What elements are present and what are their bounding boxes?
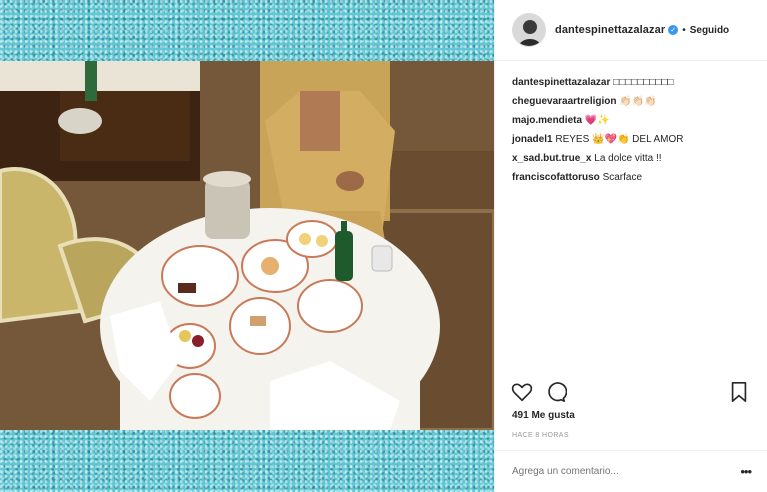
action-bar [495,381,767,405]
caption: dantespinettazalazar □□□□□□□□□□ [512,73,767,92]
add-comment-bar: ••• [495,450,767,492]
comment-icon[interactable] [545,381,568,408]
list-item: jonadel1 REYES 👑💖👏 DEL AMOR [512,130,767,149]
post-image[interactable] [0,61,494,430]
list-item: franciscofattoruso Scarface [512,168,767,187]
comment-text: REYES 👑💖👏 DEL AMOR [555,134,684,145]
heart-icon[interactable] [511,381,533,408]
comment-text: 👏🏻👏🏻👏🏻 [619,96,657,107]
post-username[interactable]: dantespinettazalazar [555,24,665,36]
separator-dot: • [682,24,686,36]
comments-list: dantespinettazalazar □□□□□□□□□□ chegueva… [495,61,767,187]
comment-input[interactable] [512,466,741,477]
list-item: x_sad.but.true_x La dolce vitta !! [512,149,767,168]
comment-author[interactable]: x_sad.but.true_x [512,153,591,164]
bookmark-icon[interactable] [729,381,749,408]
post-timestamp: HACE 8 HORAS [512,432,569,439]
comment-text: 💗✨ [584,115,610,126]
follow-status-button[interactable]: Seguido [690,25,729,36]
avatar[interactable] [512,13,546,47]
comment-author[interactable]: jonadel1 [512,134,553,145]
list-item: majo.mendieta 💗✨ [512,111,767,130]
caption-text: □□□□□□□□□□ [613,77,674,88]
post-side-panel: dantespinettazalazar ✓ • Seguido dantesp… [494,0,767,492]
likes-count[interactable]: 491 Me gusta [512,410,575,421]
comment-text: Scarface [602,172,643,183]
more-options-icon[interactable]: ••• [740,464,752,479]
comment-text: La dolce vitta !! [594,153,662,164]
comment-author[interactable]: cheguevaraartreligion [512,96,616,107]
caption-author[interactable]: dantespinettazalazar [512,77,610,88]
verified-badge-icon: ✓ [668,25,679,35]
comment-author[interactable]: franciscofattoruso [512,172,600,183]
list-item: cheguevaraartreligion 👏🏻👏🏻👏🏻 [512,92,767,111]
post-photo-illustration [0,61,494,430]
post-header: dantespinettazalazar ✓ • Seguido [495,0,767,61]
comment-author[interactable]: majo.mendieta [512,115,582,126]
